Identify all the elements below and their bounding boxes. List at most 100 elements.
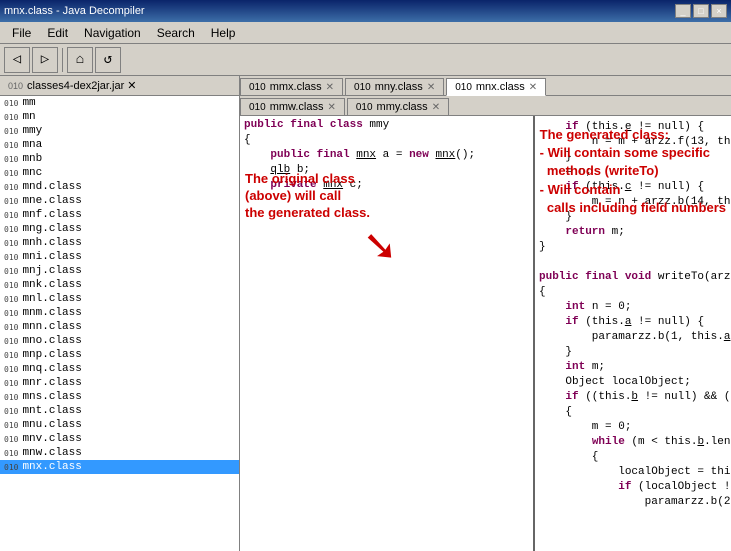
refresh-button[interactable]: ↺ [95,47,121,73]
file-icon: 010 [4,113,18,122]
list-item[interactable]: 010mnp.class [0,348,239,362]
back-button[interactable]: ◁ [4,47,30,73]
menu-navigation[interactable]: Navigation [76,24,149,42]
file-icon: 010 [4,435,18,444]
tab-mmx[interactable]: 010 mmx.class ✕ [240,78,343,95]
file-list[interactable]: 010mm010mn010mmy010mna010mnb010mnc010mnd… [0,96,239,551]
maximize-button[interactable]: □ [693,4,709,18]
forward-button[interactable]: ▷ [32,47,58,73]
list-item[interactable]: 010mnl.class [0,292,239,306]
tab-icon-mnx: 010 [455,82,472,93]
toolbar: ◁ ▷ ⌂ ↺ [0,44,731,76]
list-item[interactable]: 010mnf.class [0,208,239,222]
tab-label-mmy2: mmy.class [377,101,428,113]
file-icon: 010 [4,407,18,416]
list-item[interactable]: 010mnk.class [0,278,239,292]
list-item[interactable]: 010mnb [0,152,239,166]
tab-close-mmx[interactable]: ✕ [326,82,334,93]
file-icon: 010 [4,225,18,234]
left-code-area[interactable]: public final class mmy { public final mn… [240,116,533,302]
file-icon: 010 [4,323,18,332]
list-item[interactable]: 010mnv.class [0,432,239,446]
file-icon: 010 [4,295,18,304]
file-icon: 010 [4,169,18,178]
left-panel: 010 classes4-dex2jar.jar ✕ 010mm010mn010… [0,76,240,551]
list-item[interactable]: 010mnc [0,166,239,180]
window-controls[interactable]: _ □ × [675,4,727,18]
file-icon: 010 [4,183,18,192]
file-icon: 010 [4,379,18,388]
file-icon: 010 [4,155,18,164]
tab-row-1: 010 mmx.class ✕ 010 mny.class ✕ 010 mnx.… [240,76,731,96]
list-item[interactable]: 010mnh.class [0,236,239,250]
file-icon: 010 [4,141,18,150]
jar-tab-label[interactable]: classes4-dex2jar.jar ✕ [27,79,136,92]
close-button[interactable]: × [711,4,727,18]
tab-close-mmw[interactable]: ✕ [327,102,335,113]
tab-label-mnx: mnx.class [476,81,525,93]
tab-mny[interactable]: 010 mny.class ✕ [345,78,444,95]
tab-mmy2[interactable]: 010 mmy.class ✕ [347,98,449,115]
tab-mnx[interactable]: 010 mnx.class ✕ [446,78,546,96]
list-item[interactable]: 010mn [0,110,239,124]
menu-edit[interactable]: Edit [39,24,76,42]
menu-file[interactable]: File [4,24,39,42]
tab-icon-mmy2: 010 [356,102,373,113]
left-code-panel[interactable]: public final class mmy { public final mn… [240,116,535,551]
list-item[interactable]: 010mnn.class [0,320,239,334]
list-item[interactable]: 010mnm.class [0,306,239,320]
tab-close-mnx[interactable]: ✕ [529,82,537,93]
file-icon: 010 [4,421,18,430]
file-icon: 010 [4,309,18,318]
right-code-panel[interactable]: if (this.e != null) { n = m + arzz.f(13,… [535,116,731,551]
list-item[interactable]: 010mnu.class [0,418,239,432]
list-item[interactable]: 010mnq.class [0,362,239,376]
toolbar-separator [62,48,63,72]
tab-mmw[interactable]: 010 mmw.class ✕ [240,98,345,115]
list-item[interactable]: 010mng.class [0,222,239,236]
list-item[interactable]: 010mns.class [0,390,239,404]
file-icon: 010 [4,449,18,458]
minimize-button[interactable]: _ [675,4,691,18]
code-panels: public final class mmy { public final mn… [240,116,731,551]
list-item[interactable]: 010mni.class [0,250,239,264]
list-item[interactable]: 010mnd.class [0,180,239,194]
main-area: 010 classes4-dex2jar.jar ✕ 010mm010mn010… [0,76,731,551]
file-icon: 010 [4,239,18,248]
file-icon: 010 [4,127,18,136]
file-icon: 010 [4,267,18,276]
file-icon: 010 [4,253,18,262]
list-item[interactable]: 010mnr.class [0,376,239,390]
left-panel-tab[interactable]: 010 classes4-dex2jar.jar ✕ [0,76,239,96]
list-item[interactable]: 010mnj.class [0,264,239,278]
tab-icon-mmx: 010 [249,82,266,93]
tab-label-mmx: mmx.class [270,81,322,93]
file-icon: 010 [4,99,18,108]
list-item[interactable]: 010mna [0,138,239,152]
menu-search[interactable]: Search [149,24,203,42]
title-bar-text: mnx.class - Java Decompiler [4,5,145,17]
tab-label-mny: mny.class [375,81,423,93]
menu-bar: File Edit Navigation Search Help [0,22,731,44]
file-icon: 010 [4,197,18,206]
list-item[interactable]: 010mno.class [0,334,239,348]
right-panel: 010 mmx.class ✕ 010 mny.class ✕ 010 mnx.… [240,76,731,551]
list-item[interactable]: 010mm [0,96,239,110]
list-item[interactable]: 010mnw.class [0,446,239,460]
tab-icon-mmw: 010 [249,102,266,113]
list-item[interactable]: 010mnx.class [0,460,239,474]
list-item[interactable]: 010mnt.class [0,404,239,418]
menu-help[interactable]: Help [203,24,244,42]
tab-close-mny[interactable]: ✕ [427,82,435,93]
tab-row-2: 010 mmw.class ✕ 010 mmy.class ✕ [240,96,731,116]
home-button[interactable]: ⌂ [67,47,93,73]
list-item[interactable]: 010mne.class [0,194,239,208]
list-item[interactable]: 010mmy [0,124,239,138]
tab-label-mmw: mmw.class [270,101,324,113]
file-icon: 010 [4,337,18,346]
right-code-area[interactable]: if (this.e != null) { n = m + arzz.f(13,… [535,116,731,514]
tab-close-mmy2[interactable]: ✕ [432,102,440,113]
title-bar: mnx.class - Java Decompiler _ □ × [0,0,731,22]
file-icon: 010 [4,351,18,360]
file-icon: 010 [4,281,18,290]
